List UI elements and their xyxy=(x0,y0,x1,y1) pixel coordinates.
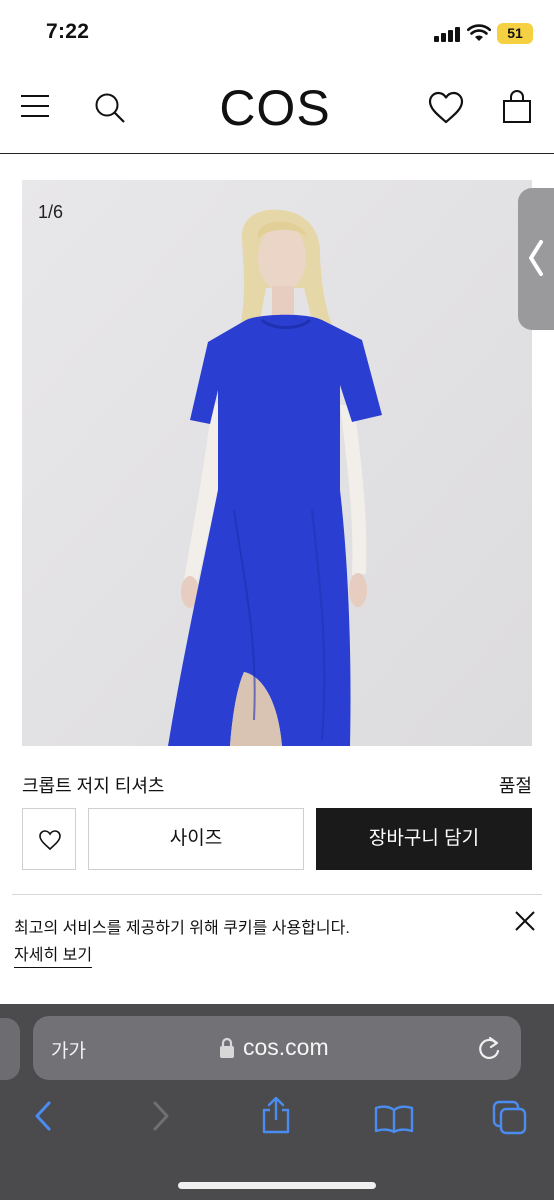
forward-icon[interactable] xyxy=(150,1100,172,1132)
cookie-message: 최고의 서비스를 제공하기 위해 쿠키를 사용합니다. xyxy=(14,920,350,937)
shopping-bag-icon[interactable] xyxy=(502,90,532,124)
home-indicator xyxy=(178,1182,376,1189)
cookie-details-link[interactable]: 자세히 보기 xyxy=(14,941,93,968)
chevron-left-icon xyxy=(529,240,543,276)
heart-icon xyxy=(39,830,61,851)
cookie-notice: 최고의 서비스를 제공하기 위해 쿠키를 사용합니다. 자세히 보기 xyxy=(0,894,554,1004)
stock-status: 품절 xyxy=(498,776,532,796)
divider xyxy=(12,894,542,895)
wifi-icon xyxy=(467,24,491,41)
model-illustration xyxy=(22,180,532,746)
site-logo[interactable]: COS xyxy=(216,80,334,136)
close-icon[interactable] xyxy=(514,910,536,932)
status-bar: 7:22 51 xyxy=(0,0,554,64)
address-bar[interactable]: 가가 cos.com xyxy=(33,1016,521,1080)
status-time: 7:22 xyxy=(46,20,90,43)
bookmarks-icon[interactable] xyxy=(374,1104,414,1134)
lock-icon xyxy=(220,1037,234,1058)
sidebar-pull-tab[interactable] xyxy=(518,188,554,330)
product-action-bar: 크롭트 저지 티셔츠 품절 사이즈 장바구니 담기 xyxy=(0,746,554,894)
size-select-button[interactable]: 사이즈 xyxy=(88,808,304,870)
browser-chrome: 가가 cos.com xyxy=(0,1004,554,1200)
search-icon[interactable] xyxy=(93,91,127,125)
product-name: 크롭트 저지 티셔츠 xyxy=(22,776,165,796)
site-header: COS xyxy=(0,64,554,154)
share-icon[interactable] xyxy=(260,1096,292,1134)
product-image[interactable]: 1/6 xyxy=(22,180,532,746)
menu-icon[interactable] xyxy=(20,94,50,118)
url-text: cos.com xyxy=(243,1034,329,1060)
previous-tab-preview[interactable] xyxy=(0,1018,20,1080)
text-size-button[interactable]: 가가 xyxy=(51,1036,86,1063)
battery-icon: 51 xyxy=(497,23,533,44)
add-to-wishlist-button[interactable] xyxy=(22,808,76,870)
add-to-cart-button[interactable]: 장바구니 담기 xyxy=(316,808,532,870)
image-counter: 1/6 xyxy=(38,202,64,222)
wishlist-heart-icon[interactable] xyxy=(428,91,464,125)
reload-icon[interactable] xyxy=(476,1034,502,1062)
back-icon[interactable] xyxy=(32,1100,54,1132)
cellular-signal-icon xyxy=(434,27,460,42)
tabs-icon[interactable] xyxy=(492,1100,528,1136)
